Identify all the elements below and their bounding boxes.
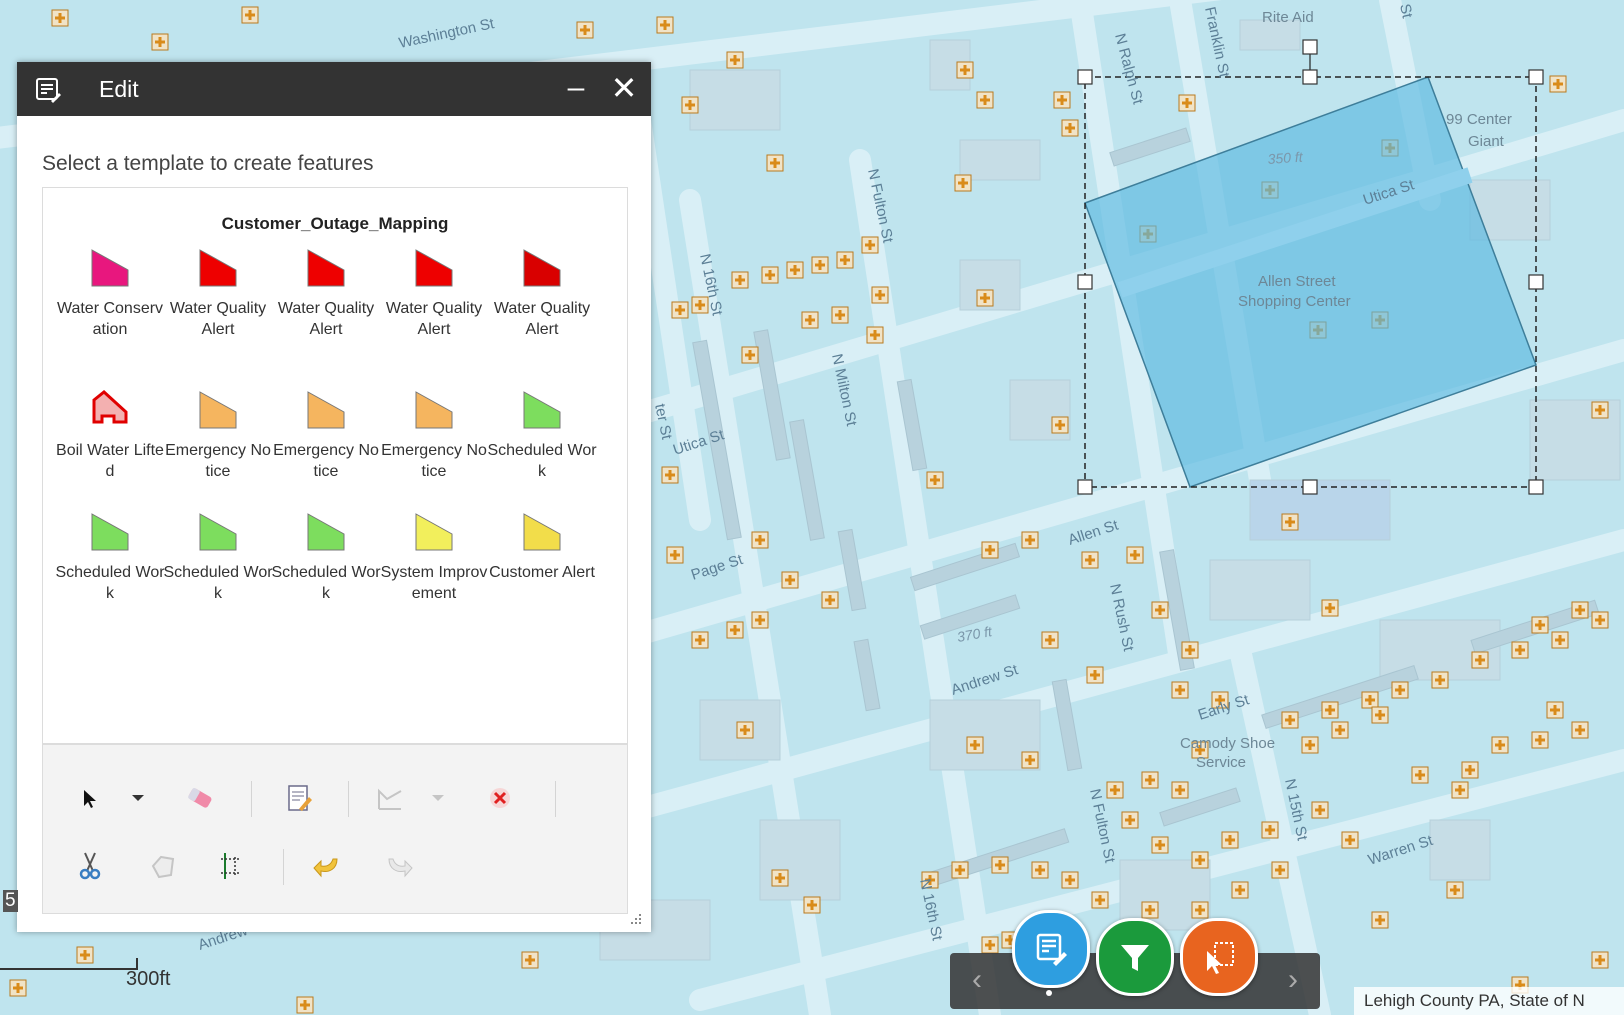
undo-icon[interactable] bbox=[311, 849, 345, 883]
template-label: Scheduled Work bbox=[271, 564, 381, 602]
page-indicator-dot bbox=[1046, 990, 1052, 996]
template-label: Emergency Notice bbox=[381, 442, 487, 480]
polygon-symbol-icon bbox=[523, 513, 561, 551]
polygon-symbol-icon bbox=[199, 513, 237, 551]
template-label: Customer Alert bbox=[489, 564, 595, 581]
template-item[interactable]: Scheduled Work bbox=[55, 510, 165, 604]
poi-center-giant-line2: Giant bbox=[1468, 133, 1505, 150]
template-item[interactable]: Water Conservation bbox=[55, 246, 165, 340]
template-label: Water Quality Alert bbox=[385, 300, 483, 338]
left-edge-fragment: 5 bbox=[3, 890, 18, 912]
cut-icon[interactable] bbox=[73, 849, 107, 883]
scale-bar: 300ft bbox=[0, 958, 170, 998]
reshape-icon[interactable] bbox=[373, 781, 407, 815]
template-item[interactable]: Water Quality Alert bbox=[271, 246, 381, 340]
select-dropdown-icon[interactable] bbox=[121, 781, 155, 815]
template-item[interactable]: Scheduled Work bbox=[487, 388, 597, 482]
template-item[interactable]: Water Quality Alert bbox=[487, 246, 597, 340]
polygon-symbol-icon bbox=[92, 390, 128, 424]
template-picker: Customer_Outage_Mapping Water Conservati… bbox=[42, 187, 628, 744]
template-item[interactable]: Water Quality Alert bbox=[379, 246, 489, 340]
edit-widget-panel: Edit – ✕ Select a template to create fea… bbox=[17, 62, 651, 932]
polygon-symbol-icon bbox=[307, 513, 345, 551]
polygon-symbol-icon bbox=[523, 391, 561, 429]
toolbar-separator bbox=[283, 849, 284, 885]
polygon-symbol-icon bbox=[415, 513, 453, 551]
select-widget-button[interactable] bbox=[1180, 918, 1258, 996]
template-item[interactable]: Scheduled Work bbox=[163, 510, 273, 604]
previous-page-button[interactable]: ‹ bbox=[950, 953, 1004, 1009]
polygon-symbol-icon bbox=[523, 249, 561, 287]
edit-panel-title: Edit bbox=[99, 76, 139, 102]
edit-panel-header[interactable]: Edit – ✕ bbox=[17, 62, 651, 116]
template-item[interactable]: System Improvement bbox=[379, 510, 489, 604]
template-label: Scheduled Work bbox=[163, 564, 273, 602]
template-label: Water Quality Alert bbox=[493, 300, 591, 338]
close-button[interactable]: ✕ bbox=[607, 70, 641, 106]
edit-widget-button[interactable] bbox=[1012, 910, 1090, 988]
select-cursor-icon bbox=[1207, 942, 1234, 974]
scale-bar-label: 300ft bbox=[126, 968, 171, 990]
template-item[interactable]: Emergency Notice bbox=[163, 388, 273, 482]
template-label: Water Conservation bbox=[56, 300, 164, 338]
edit-widget-icon bbox=[36, 78, 61, 103]
poi-shopping-center-line2: Shopping Center bbox=[1238, 293, 1351, 310]
polygon-symbol-icon bbox=[91, 249, 129, 287]
poi-camody-line1: Camody Shoe bbox=[1180, 735, 1275, 752]
scale-bar-line bbox=[0, 958, 138, 970]
attributes-icon[interactable] bbox=[281, 781, 315, 815]
template-label: Water Quality Alert bbox=[169, 300, 267, 338]
poi-rite-aid: Rite Aid bbox=[1262, 9, 1314, 26]
polygon-symbol-icon bbox=[307, 249, 345, 287]
dimension-label-top: 350 ft bbox=[1267, 149, 1304, 167]
polygon-symbol-icon bbox=[199, 391, 237, 429]
union-icon[interactable] bbox=[145, 849, 179, 883]
template-label: Boil Water Lifted bbox=[56, 442, 164, 480]
poi-shopping-center-line1: Allen Street bbox=[1258, 273, 1336, 290]
poi-camody-line2: Service bbox=[1196, 754, 1246, 771]
filter-widget-button[interactable] bbox=[1096, 918, 1174, 996]
polygon-symbol-icon bbox=[199, 249, 237, 287]
minimize-button[interactable]: – bbox=[561, 70, 591, 106]
template-item[interactable]: Emergency Notice bbox=[379, 388, 489, 482]
toolbar-separator bbox=[348, 781, 349, 817]
template-label: Emergency Notice bbox=[165, 442, 271, 480]
template-label: Water Quality Alert bbox=[277, 300, 375, 338]
toolbar-separator bbox=[251, 781, 252, 817]
template-label: Scheduled Work bbox=[487, 442, 597, 480]
polygon-symbol-icon bbox=[415, 249, 453, 287]
delete-icon[interactable] bbox=[483, 781, 517, 815]
template-label: Emergency Notice bbox=[273, 442, 379, 480]
map-attribution: Lehigh County PA, State of N bbox=[1354, 987, 1624, 1015]
edit-toolbar bbox=[42, 744, 628, 914]
edit-icon bbox=[1036, 933, 1067, 966]
template-label: Scheduled Work bbox=[55, 564, 165, 602]
template-item[interactable]: Scheduled Work bbox=[271, 510, 381, 604]
redo-icon[interactable] bbox=[381, 849, 415, 883]
reshape-dropdown-icon[interactable] bbox=[421, 781, 455, 815]
toolbar-separator bbox=[555, 781, 556, 817]
select-arrow-icon[interactable] bbox=[73, 781, 107, 815]
template-item[interactable]: Customer Alert bbox=[487, 510, 597, 583]
resize-grip-icon[interactable] bbox=[629, 912, 643, 926]
poi-center-giant-line1: 99 Center bbox=[1446, 111, 1512, 128]
polygon-symbol-icon bbox=[307, 391, 345, 429]
polygon-symbol-icon bbox=[415, 391, 453, 429]
split-icon[interactable] bbox=[215, 849, 249, 883]
layer-name-heading: Customer_Outage_Mapping bbox=[221, 214, 449, 233]
template-label: System Improvement bbox=[380, 564, 488, 602]
eraser-icon[interactable] bbox=[183, 781, 217, 815]
filter-icon bbox=[1121, 945, 1149, 971]
template-instruction: Select a template to create features bbox=[42, 152, 374, 175]
template-item[interactable]: Water Quality Alert bbox=[163, 246, 273, 340]
template-item[interactable]: Boil Water Lifted bbox=[55, 388, 165, 482]
template-item[interactable]: Emergency Notice bbox=[271, 388, 381, 482]
polygon-symbol-icon bbox=[91, 513, 129, 551]
next-page-button[interactable]: › bbox=[1266, 953, 1320, 1009]
